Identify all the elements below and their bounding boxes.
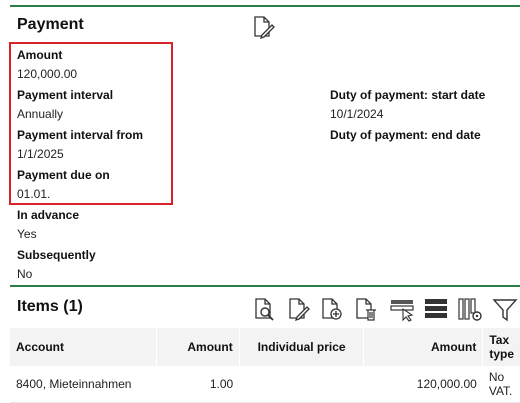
select-row-icon[interactable]: [389, 296, 415, 322]
subsequently-value: No: [17, 267, 33, 281]
duty-end-label: Duty of payment: end date: [330, 128, 481, 142]
subsequently-label: Subsequently: [17, 248, 96, 262]
items-table-container: Account Amount Individual price Amount T…: [10, 328, 520, 403]
items-table: Account Amount Individual price Amount T…: [10, 328, 520, 403]
list-view-icon[interactable]: [423, 296, 449, 322]
payment-interval-from-label: Payment interval from: [17, 128, 144, 142]
payment-interval-from-value: 1/1/2025: [17, 147, 64, 161]
payment-section-divider: [10, 5, 520, 7]
edit-document-icon[interactable]: [285, 296, 311, 322]
cell-total-amount: 120,000.00: [416, 376, 477, 391]
amount-value: 120,000.00: [17, 67, 78, 81]
cell-amount: 1.00: [209, 376, 234, 391]
table-header-row: Account Amount Individual price Amount T…: [10, 328, 520, 366]
in-advance-value: Yes: [17, 227, 37, 241]
payment-interval-label: Payment interval: [17, 88, 114, 102]
column-settings-icon[interactable]: [457, 296, 483, 322]
payment-title: Payment: [17, 16, 84, 33]
cell-individual-price: [239, 366, 364, 402]
column-header-individual-price[interactable]: Individual price: [239, 328, 365, 366]
payment-interval-value: Annually: [17, 107, 64, 121]
duty-start-value: 10/1/2024: [330, 107, 384, 121]
column-header-tax-type[interactable]: Tax type: [483, 328, 520, 366]
edit-document-icon[interactable]: [250, 14, 276, 40]
column-header-amount[interactable]: Amount: [156, 328, 240, 366]
payment-due-on-label: Payment due on: [17, 168, 110, 182]
items-section-divider: [10, 285, 520, 287]
cell-account: 8400, Mieteinnahmen: [16, 376, 132, 391]
items-title: Items (1): [17, 298, 83, 315]
payment-due-on-value: 01.01.: [17, 187, 51, 201]
view-document-icon[interactable]: [251, 296, 277, 322]
delete-document-icon[interactable]: [352, 296, 378, 322]
column-header-total-amount[interactable]: Amount: [363, 328, 484, 366]
duty-start-label: Duty of payment: start date: [330, 88, 486, 102]
table-row[interactable]: 8400, Mieteinnahmen 1.00 120,000.00 No V…: [10, 366, 520, 402]
cell-tax-type: No VAT.: [488, 369, 513, 398]
in-advance-label: In advance: [17, 208, 80, 222]
amount-label: Amount: [17, 48, 63, 62]
column-header-account[interactable]: Account: [10, 328, 157, 366]
filter-icon[interactable]: [492, 296, 518, 322]
add-document-icon[interactable]: [318, 296, 344, 322]
